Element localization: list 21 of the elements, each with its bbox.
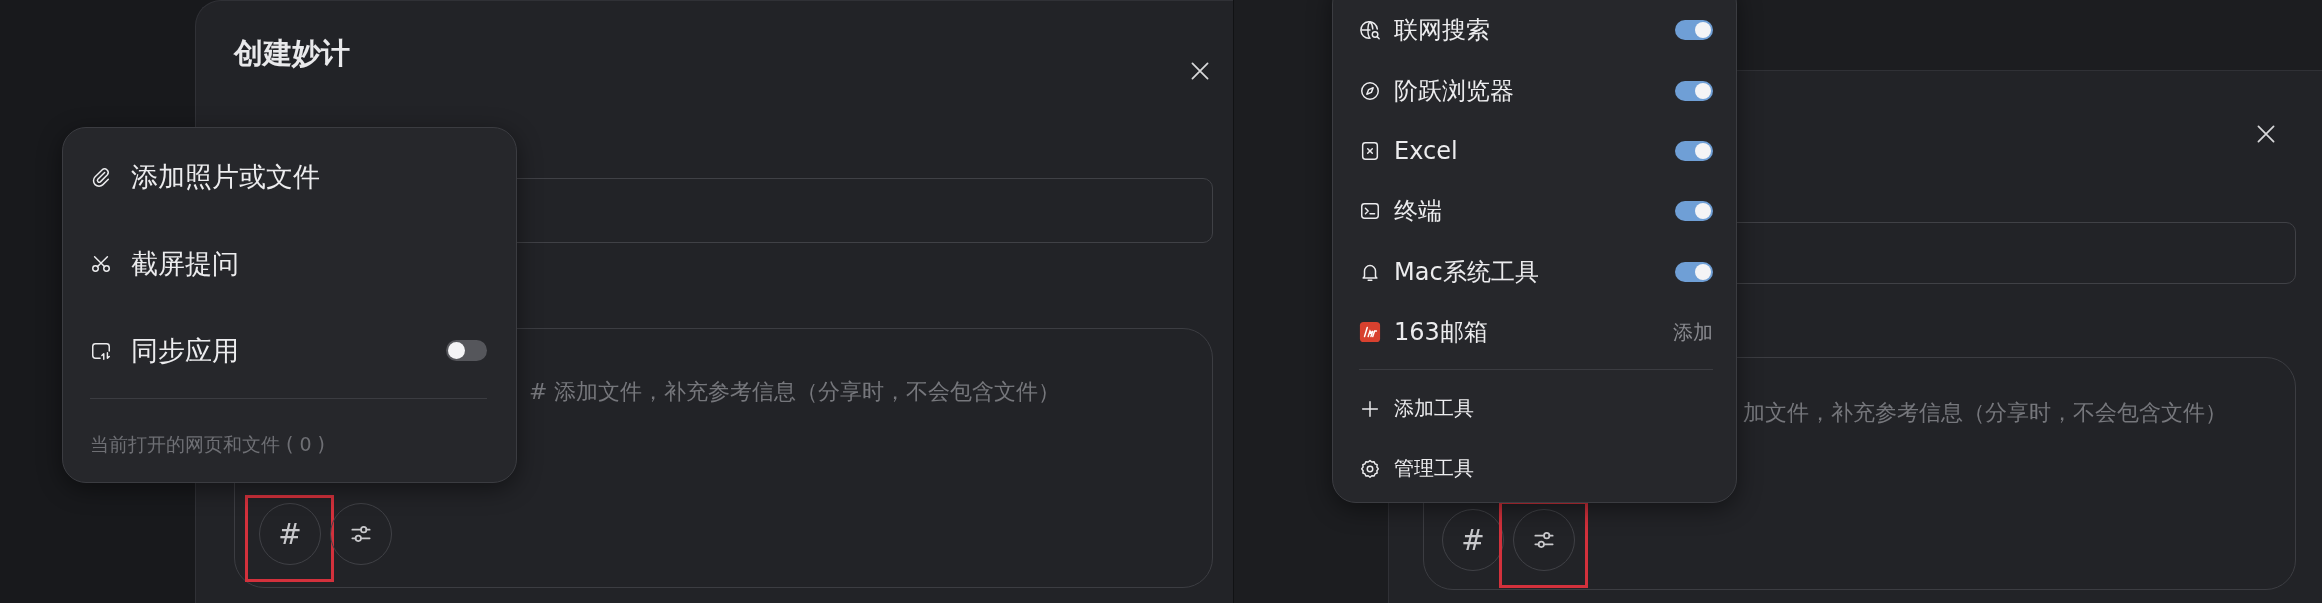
globe-search-icon [1359,19,1381,42]
tool-item[interactable]: 阶跃浏览器 [1359,60,1713,121]
toggle-switch[interactable] [1675,20,1713,41]
settings-icon [1359,457,1381,480]
dialog-title: 创建妙计 [234,35,350,72]
toggle-switch[interactable] [1675,261,1713,282]
tool-item[interactable]: Mac系统工具 [1359,241,1713,302]
paperclip-icon [90,165,112,188]
menu-item[interactable]: 添加照片或文件 [90,133,487,220]
spreadsheet-file-icon [1359,139,1381,162]
add-link[interactable]: 添加 [1673,318,1713,346]
tool-item[interactable]: 联网搜索 [1359,0,1713,61]
toggle-switch[interactable] [1675,140,1713,161]
tool-item[interactable]: Excel [1359,120,1713,182]
toggle-switch[interactable] [446,340,487,361]
compass-icon [1359,79,1381,102]
toggle-switch[interactable] [1675,201,1713,222]
toggle-switch[interactable] [1675,80,1713,101]
mail-logo-icon [1359,321,1381,344]
menu-item[interactable]: 截屏提问 [90,220,487,307]
tool-item[interactable]: 终端 [1359,181,1713,242]
